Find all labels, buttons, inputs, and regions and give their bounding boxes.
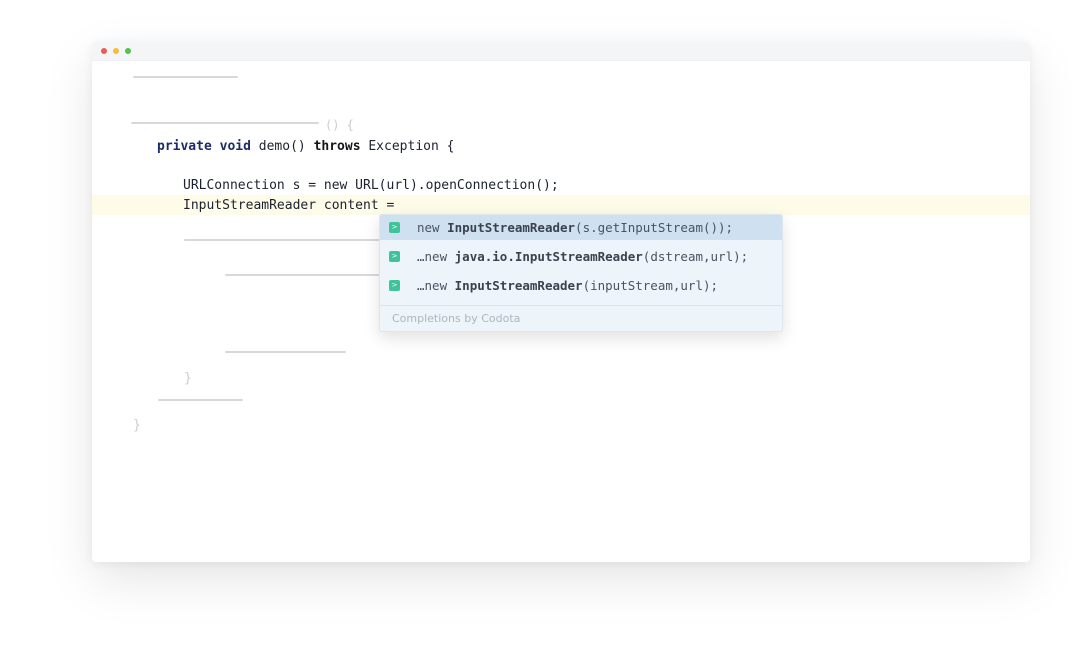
- method-name: demo(): [258, 139, 306, 154]
- completion-args: (s.getInputStream());: [575, 220, 734, 235]
- codota-icon: >: [389, 280, 400, 291]
- editor-window: () { private void demo() throws Exceptio…: [92, 42, 1030, 562]
- completion-prefix: …new: [417, 278, 455, 293]
- placeholder-line: [225, 274, 385, 276]
- closing-brace-inner: }: [184, 371, 192, 386]
- placeholder-line: [131, 122, 319, 124]
- completion-footer: Completions by Codota: [392, 312, 521, 325]
- faded-code-fragment: () {: [325, 118, 354, 132]
- completion-item[interactable]: > …new java.io.InputStreamReader(dstream…: [380, 244, 782, 269]
- codota-icon: >: [389, 222, 400, 233]
- completion-prefix: …new: [417, 249, 455, 264]
- completion-args: (inputStream,url);: [582, 278, 719, 293]
- closing-brace-outer: }: [133, 418, 141, 433]
- completion-item[interactable]: > …new InputStreamReader(inputStream,url…: [380, 273, 782, 298]
- completion-args: (dstream,url);: [642, 249, 749, 264]
- completion-class: java.io.InputStreamReader: [454, 249, 643, 264]
- placeholder-line: [158, 399, 243, 401]
- minimize-window-button[interactable]: [113, 48, 119, 54]
- zoom-window-button[interactable]: [125, 48, 131, 54]
- keyword-void: void: [219, 139, 251, 154]
- code-line-reader[interactable]: InputStreamReader content =: [183, 198, 394, 214]
- code-line-connection[interactable]: URLConnection s = new URL(url).openConne…: [183, 178, 559, 194]
- completion-divider: [380, 305, 782, 306]
- completion-popup: > new InputStreamReader(s.getInputStream…: [379, 214, 783, 332]
- keyword-private: private: [157, 139, 212, 154]
- completion-prefix: new: [417, 220, 448, 235]
- placeholder-line: [133, 76, 238, 78]
- close-window-button[interactable]: [101, 48, 107, 54]
- completion-item[interactable]: > new InputStreamReader(s.getInputStream…: [380, 215, 782, 240]
- codota-icon: >: [389, 251, 400, 262]
- placeholder-line: [184, 239, 384, 241]
- completion-class: InputStreamReader: [447, 220, 576, 235]
- exception-type: Exception {: [368, 139, 455, 154]
- completion-class: InputStreamReader: [454, 278, 583, 293]
- method-signature-line[interactable]: private void demo() throws Exception {: [157, 139, 454, 155]
- title-bar: [92, 42, 1030, 61]
- keyword-throws: throws: [313, 139, 361, 154]
- placeholder-line: [225, 351, 346, 353]
